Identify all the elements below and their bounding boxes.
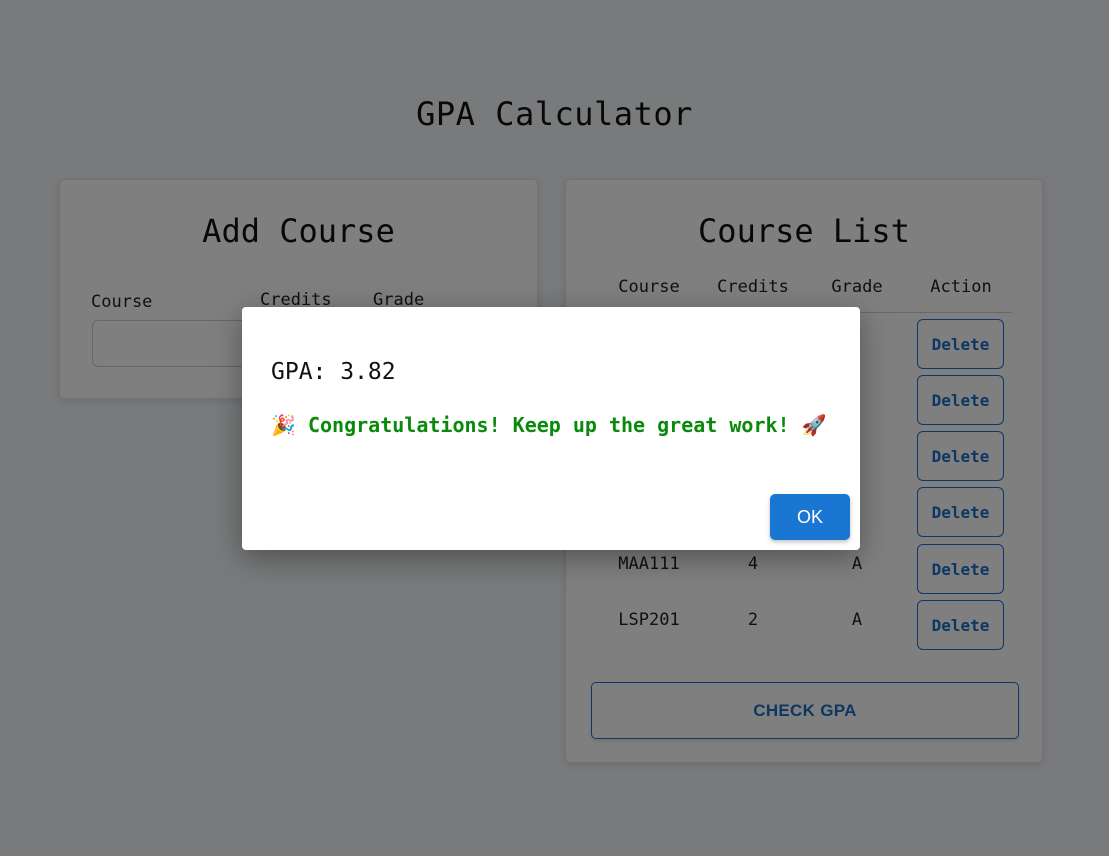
ok-button[interactable]: OK bbox=[770, 494, 850, 540]
gpa-result-dialog: GPA: 3.82 🎉 Congratulations! Keep up the… bbox=[242, 307, 860, 550]
congratulations-text: Congratulations! Keep up the great work! bbox=[307, 413, 790, 437]
party-popper-icon: 🎉 bbox=[271, 413, 296, 437]
congratulations-message: 🎉 Congratulations! Keep up the great wor… bbox=[271, 413, 827, 437]
gpa-result-text: GPA: 3.82 bbox=[271, 359, 396, 385]
rocket-icon: 🚀 bbox=[801, 413, 827, 437]
